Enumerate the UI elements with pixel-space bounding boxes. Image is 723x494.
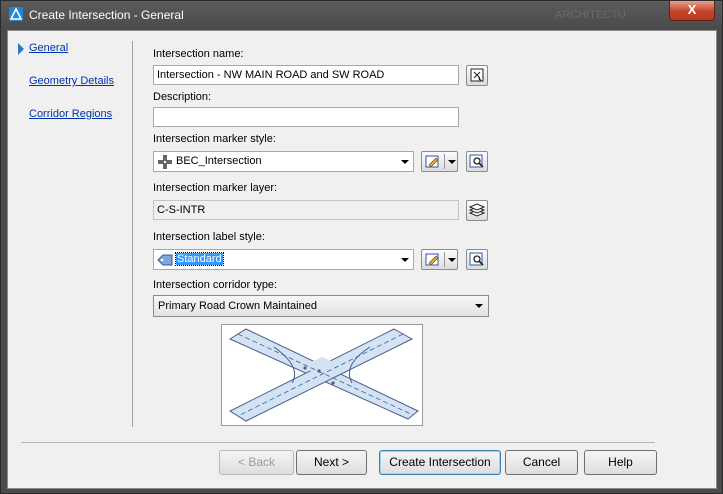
- marker-style-value: BEC_Intersection: [176, 155, 262, 167]
- corridor-type-select[interactable]: Primary Road Crown Maintained: [153, 295, 489, 317]
- button-row-divider: [21, 442, 655, 443]
- preview-magnifier-icon: [469, 252, 484, 266]
- edit-style-icon: [425, 253, 439, 266]
- label-style-select[interactable]: Standard: [153, 249, 414, 270]
- pick-name-button[interactable]: [466, 65, 488, 86]
- back-button[interactable]: < Back: [219, 450, 294, 475]
- chevron-down-icon: [401, 160, 409, 164]
- chevron-down-icon: [448, 160, 456, 164]
- nav-item-geometry-details[interactable]: Geometry Details: [29, 75, 114, 87]
- nav-item-corridor-regions[interactable]: Corridor Regions: [29, 108, 112, 120]
- description-input[interactable]: [153, 107, 459, 127]
- background-window-title: ARCHITECTU: [555, 9, 626, 21]
- dialog-client-area: General Geometry Details Corridor Region…: [7, 30, 717, 489]
- preview-magnifier-icon: [469, 154, 484, 168]
- corridor-type-label: Intersection corridor type:: [153, 279, 278, 291]
- marker-style-select[interactable]: BEC_Intersection: [153, 151, 414, 172]
- marker-style-label: Intersection marker style:: [153, 133, 276, 145]
- marker-style-edit-split-button[interactable]: [421, 151, 458, 172]
- layers-icon: [468, 203, 486, 217]
- nav-divider: [132, 41, 133, 427]
- edit-style-icon: [425, 155, 439, 168]
- create-intersection-button[interactable]: Create Intersection: [379, 450, 501, 475]
- intersection-name-label: Intersection name:: [153, 48, 244, 60]
- description-label: Description:: [153, 91, 212, 103]
- window-title: Create Intersection - General: [29, 8, 184, 22]
- corridor-type-value: Primary Road Crown Maintained: [158, 300, 317, 312]
- label-style-edit-split-button[interactable]: [421, 249, 458, 270]
- label-tag-icon: [157, 254, 173, 266]
- chevron-down-icon: [401, 258, 409, 262]
- name-template-icon: [470, 68, 484, 82]
- intersection-marker-icon: [158, 155, 172, 169]
- close-button[interactable]: X: [669, 1, 715, 21]
- label-style-preview-button[interactable]: [466, 249, 488, 270]
- intersection-preview-image: [221, 324, 423, 426]
- intersection-name-input[interactable]: Intersection - NW MAIN ROAD and SW ROAD: [153, 65, 459, 85]
- split-divider: [444, 252, 445, 267]
- split-divider: [444, 154, 445, 169]
- civil3d-app-icon: [9, 7, 23, 21]
- next-button[interactable]: Next >: [296, 450, 367, 475]
- dialog-window: Create Intersection - General ARCHITECTU…: [0, 0, 723, 494]
- help-button[interactable]: Help: [584, 450, 657, 475]
- marker-style-preview-button[interactable]: [466, 151, 488, 172]
- chevron-down-icon: [475, 304, 483, 308]
- label-style-selected-text: Standard: [175, 252, 224, 266]
- active-page-arrow-icon: [18, 43, 24, 55]
- marker-layer-label: Intersection marker layer:: [153, 182, 278, 194]
- cancel-button[interactable]: Cancel: [505, 450, 578, 475]
- label-style-label: Intersection label style:: [153, 231, 265, 243]
- label-style-value: Standard: [175, 250, 224, 269]
- title-bar[interactable]: Create Intersection - General ARCHITECTU…: [1, 1, 722, 29]
- nav-item-general[interactable]: General: [29, 42, 68, 54]
- chevron-down-icon: [448, 258, 456, 262]
- marker-layer-button[interactable]: [466, 200, 488, 221]
- marker-layer-input[interactable]: C-S-INTR: [153, 200, 459, 220]
